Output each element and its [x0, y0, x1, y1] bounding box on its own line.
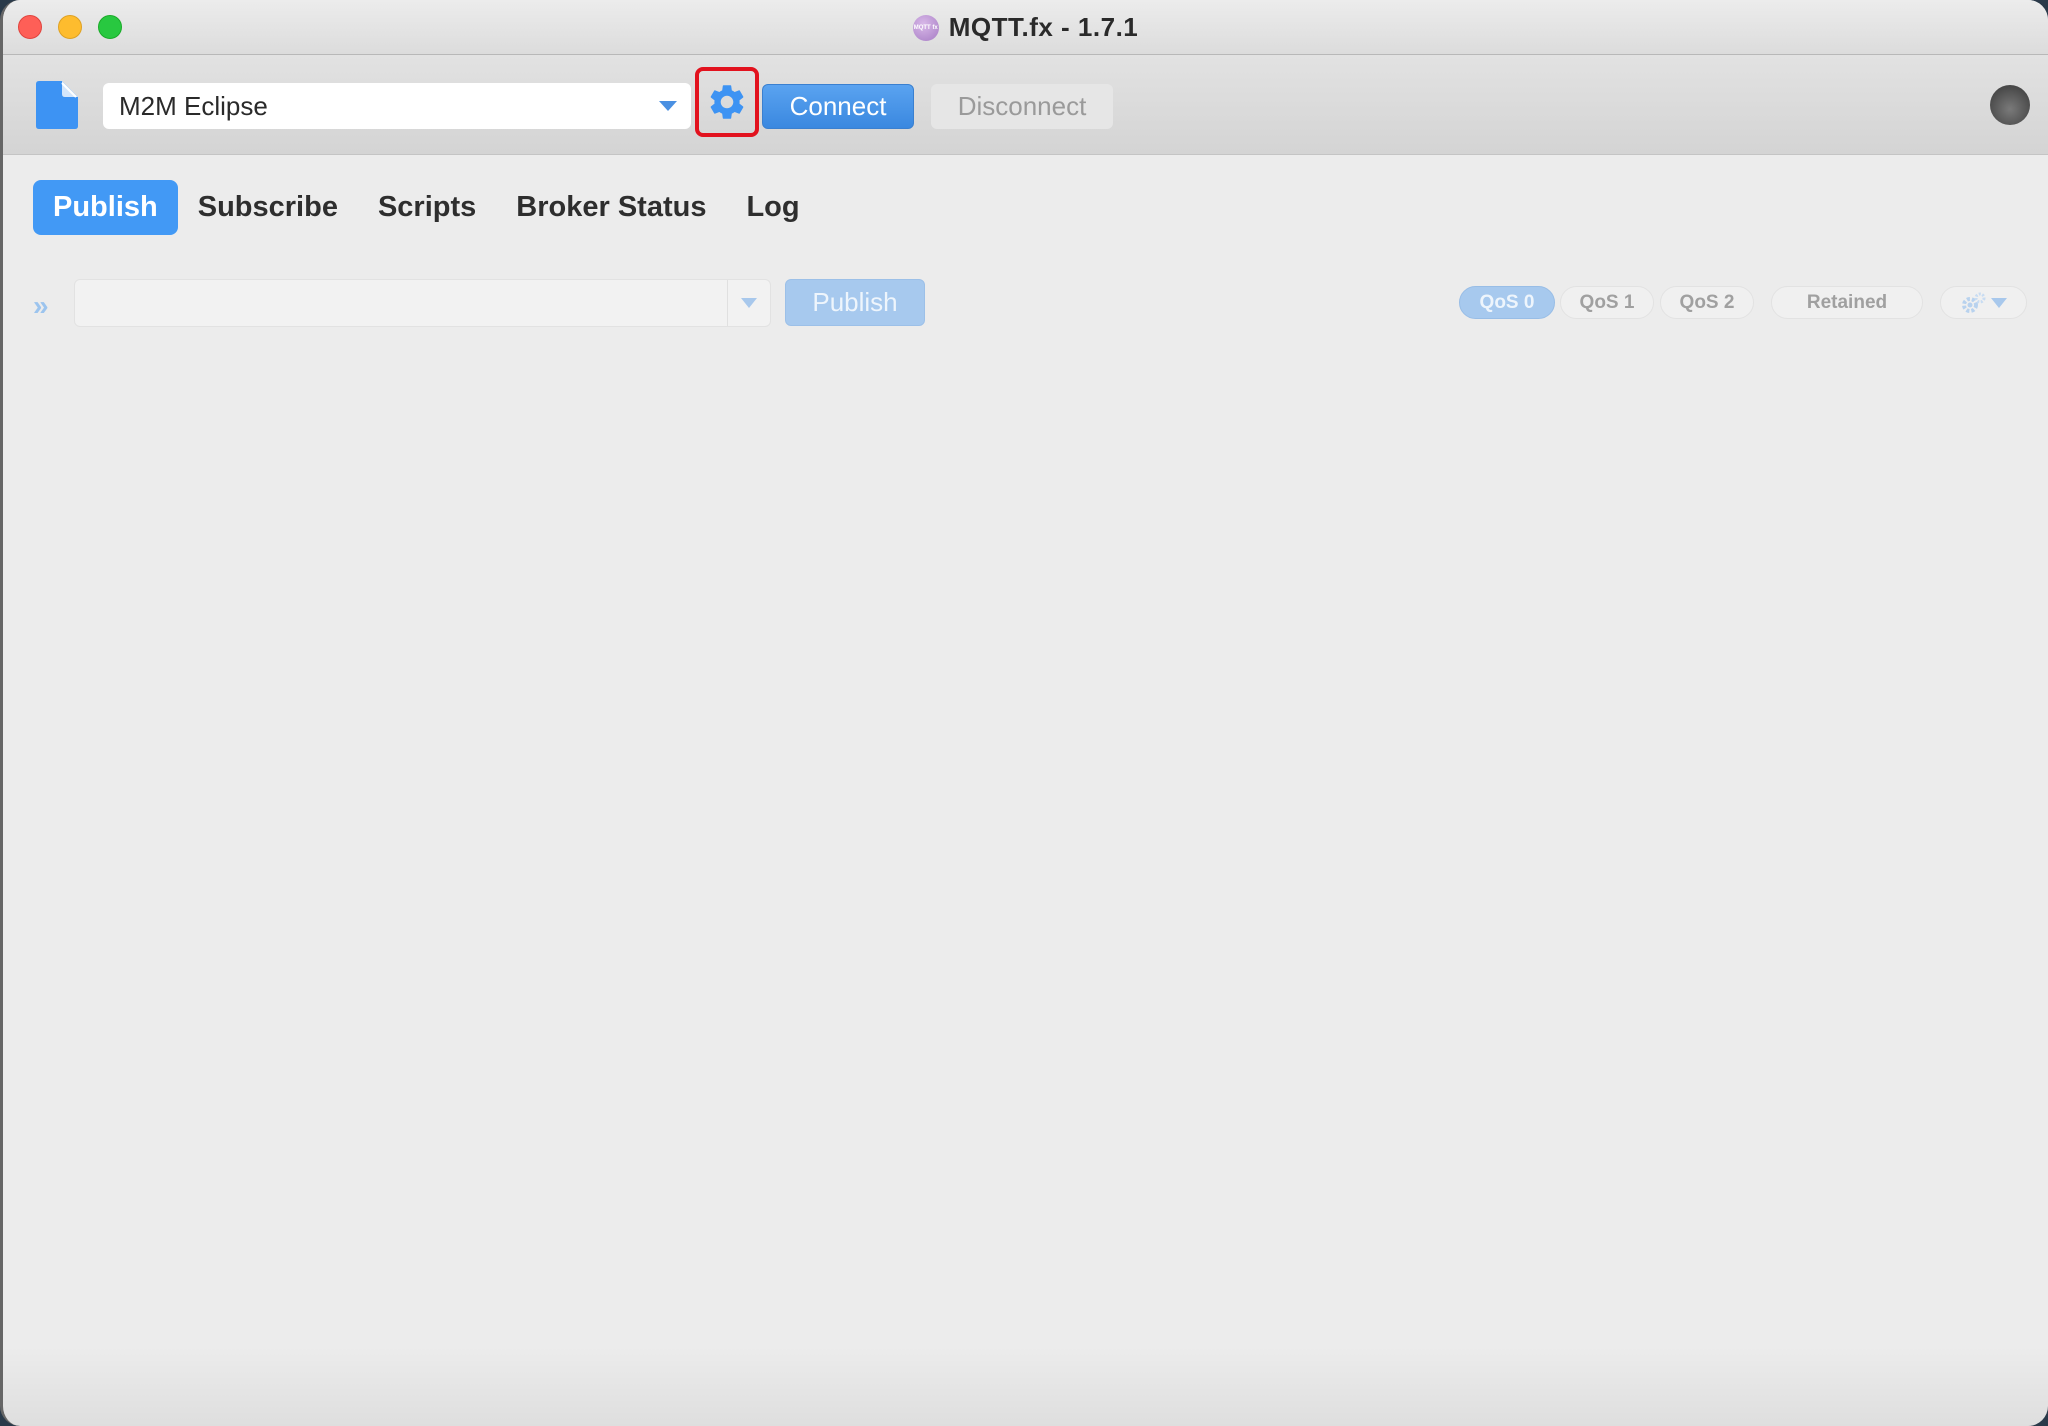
expand-chevrons-icon[interactable]: »: [33, 290, 49, 322]
chevron-down-icon: [1990, 297, 2007, 308]
topic-combobox[interactable]: [74, 279, 771, 327]
gears-icon: [1961, 292, 1985, 313]
connect-button[interactable]: Connect: [762, 84, 914, 129]
qos0-toggle[interactable]: QoS 0: [1459, 286, 1555, 319]
tab-log[interactable]: Log: [726, 180, 819, 235]
document-icon[interactable]: [36, 81, 78, 129]
tab-subscribe[interactable]: Subscribe: [178, 180, 358, 235]
connection-profile-select[interactable]: M2M Eclipse: [103, 83, 691, 129]
app-window: MQTT fx MQTT.fx - 1.7.1 M2M Eclipse Conn…: [0, 0, 2048, 1426]
tab-publish[interactable]: Publish: [33, 180, 178, 235]
qos1-toggle[interactable]: QoS 1: [1560, 286, 1654, 319]
chevron-down-icon[interactable]: [659, 101, 677, 111]
mqttfx-app-icon: MQTT fx: [912, 14, 939, 41]
connection-toolbar: M2M Eclipse Connect Disconnect: [3, 55, 2048, 155]
connection-status-indicator: [1990, 85, 2030, 125]
title-bar: MQTT fx MQTT.fx - 1.7.1: [3, 0, 2048, 55]
topic-dropdown-arrow-icon[interactable]: [741, 298, 757, 308]
topic-divider: [727, 280, 728, 326]
gear-icon: [710, 85, 744, 119]
bottom-shade: [3, 1346, 2048, 1426]
tab-broker-status[interactable]: Broker Status: [496, 180, 726, 235]
publish-options-button[interactable]: [1940, 286, 2027, 319]
publish-button[interactable]: Publish: [785, 279, 925, 326]
window-title: MQTT.fx - 1.7.1: [948, 12, 1139, 42]
retained-toggle[interactable]: Retained: [1771, 286, 1923, 319]
edit-connection-profiles-button[interactable]: [695, 67, 759, 137]
main-tabs: Publish Subscribe Scripts Broker Status …: [33, 180, 820, 235]
topic-input[interactable]: [75, 280, 727, 326]
tab-scripts[interactable]: Scripts: [358, 180, 496, 235]
qos2-toggle[interactable]: QoS 2: [1660, 286, 1754, 319]
disconnect-button[interactable]: Disconnect: [931, 84, 1113, 129]
profile-selected-value: M2M Eclipse: [119, 90, 268, 121]
